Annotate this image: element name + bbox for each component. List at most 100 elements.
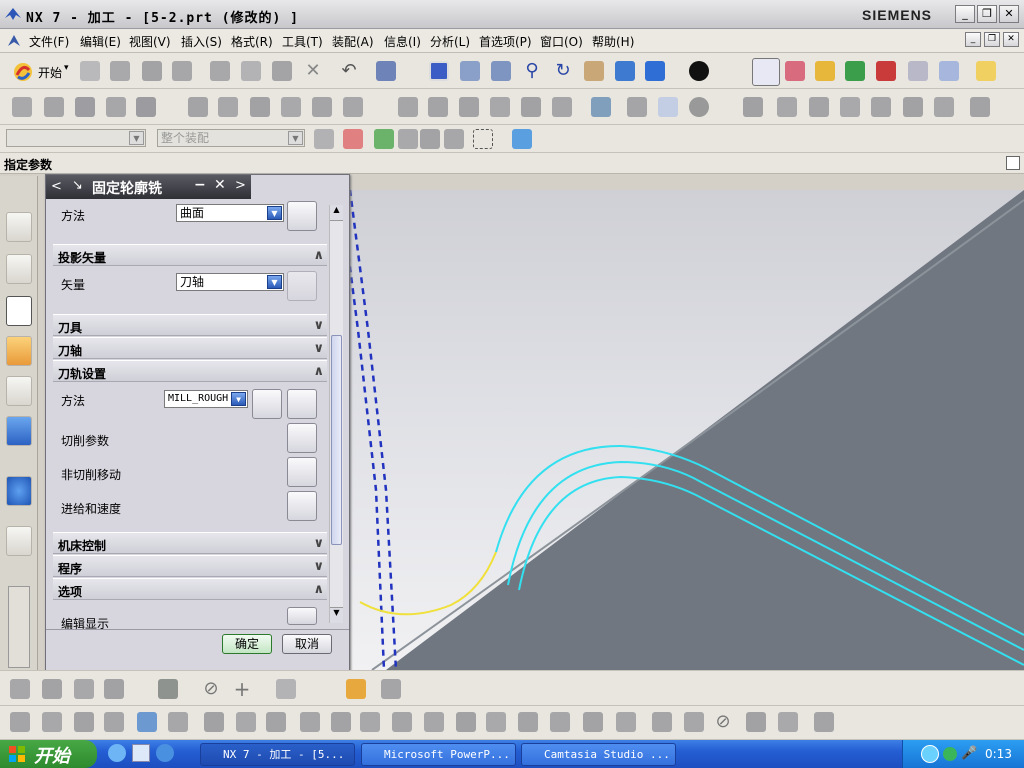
save-icon[interactable] <box>142 61 162 81</box>
csys-icon[interactable] <box>785 61 805 81</box>
machine-navigator-icon[interactable] <box>6 336 32 366</box>
menu-preferences[interactable]: 首选项(P) <box>479 33 532 50</box>
arc-icon[interactable] <box>276 679 296 699</box>
part-geometry-view[interactable] <box>276 190 1024 670</box>
fit-view-icon[interactable] <box>429 61 449 81</box>
shaded-view-icon[interactable] <box>645 61 665 81</box>
shell-icon[interactable] <box>158 679 178 699</box>
verify-path-icon[interactable] <box>876 61 896 81</box>
rename-icon[interactable] <box>343 97 363 117</box>
sphere-icon[interactable] <box>104 712 124 732</box>
pad-icon[interactable] <box>236 712 256 732</box>
cone-icon[interactable] <box>74 712 94 732</box>
assembly-scope-select[interactable]: 整个装配 ▼ <box>157 129 305 147</box>
create-operation-icon[interactable] <box>136 97 156 117</box>
resource-scroll-icon[interactable] <box>8 586 30 668</box>
minimize-button[interactable]: _ <box>955 5 975 23</box>
search-icon[interactable] <box>871 97 891 117</box>
start-icon[interactable] <box>12 61 34 83</box>
menu-view[interactable]: 视图(V) <box>129 33 171 50</box>
copy-operation-icon[interactable] <box>218 97 238 117</box>
menu-help[interactable]: 帮助(H) <box>592 33 634 50</box>
menu-analysis[interactable]: 分析(L) <box>430 33 470 50</box>
tool-header[interactable]: 刀具 ∨ <box>53 314 327 336</box>
program-header[interactable]: 程序 ∨ <box>53 555 327 577</box>
curve-rule-icon[interactable] <box>398 129 418 149</box>
media-quicklaunch-icon[interactable] <box>156 744 174 762</box>
feature-icon[interactable] <box>743 97 763 117</box>
history-icon[interactable] <box>6 416 32 446</box>
intersect-icon[interactable] <box>684 712 704 732</box>
status-icon[interactable] <box>689 97 709 117</box>
pan-icon[interactable] <box>584 61 604 81</box>
menu-info[interactable]: 信息(I) <box>384 33 421 50</box>
part-select-icon[interactable] <box>512 129 532 149</box>
menu-file[interactable]: 文件(F) <box>29 33 69 50</box>
pocket-icon[interactable] <box>204 712 224 732</box>
menu-insert[interactable]: 插入(S) <box>181 33 222 50</box>
task-camtasia[interactable]: Camtasia Studio ... <box>521 743 676 766</box>
rotate-icon[interactable]: ↻ <box>553 61 573 81</box>
object-icon[interactable] <box>398 97 418 117</box>
create-method-icon[interactable] <box>106 97 126 117</box>
group-icon[interactable] <box>552 97 572 117</box>
selection-mode-icon[interactable] <box>314 129 334 149</box>
type-filter-select[interactable]: ▼ <box>6 129 146 147</box>
start-dropdown-icon[interactable]: ▾ <box>64 63 69 73</box>
assembly-navigator-icon[interactable] <box>6 212 32 242</box>
box-icon[interactable] <box>970 97 990 117</box>
copy-icon[interactable] <box>241 61 261 81</box>
menu-tools[interactable]: 工具(T) <box>282 33 323 50</box>
part-navigator-icon[interactable] <box>6 254 32 284</box>
tool-path-icon[interactable] <box>490 97 510 117</box>
start-label[interactable]: 开始 <box>38 64 62 81</box>
app-menu-icon[interactable] <box>6 33 22 49</box>
new-method-icon[interactable] <box>252 389 282 419</box>
path-settings-header[interactable]: 刀轨设置 ∧ <box>53 360 327 382</box>
close-dialog-icon[interactable]: ✕ <box>214 177 226 193</box>
drive-method-select[interactable]: 曲面 ▼ <box>176 204 284 222</box>
graphics-window[interactable] <box>276 190 1024 670</box>
perspective-icon[interactable] <box>615 61 635 81</box>
rectangle-select-icon[interactable] <box>473 129 493 149</box>
projection-vector-header[interactable]: 投影矢量 ∧ <box>53 244 327 266</box>
extract-icon[interactable] <box>778 712 798 732</box>
replay-path-icon[interactable] <box>845 61 865 81</box>
task-nx[interactable]: NX 7 - 加工 - [5... <box>200 743 355 766</box>
menu-format[interactable]: 格式(R) <box>231 33 273 50</box>
info-icon[interactable] <box>6 476 32 506</box>
offset-icon[interactable] <box>456 712 476 732</box>
promote-icon[interactable] <box>814 712 834 732</box>
revolve-icon[interactable] <box>381 679 401 699</box>
ie-quicklaunch-icon[interactable] <box>108 744 126 762</box>
snap-point-icon[interactable] <box>343 129 363 149</box>
ok-button[interactable]: 确定 <box>222 634 272 654</box>
cut-icon[interactable] <box>210 61 230 81</box>
list-path-icon[interactable] <box>908 61 928 81</box>
zoom-icon[interactable]: ⚲ <box>522 61 542 81</box>
pattern-icon[interactable] <box>550 712 570 732</box>
hole-icon[interactable] <box>137 712 157 732</box>
start-button[interactable]: 开始 <box>0 740 97 768</box>
point-icon[interactable] <box>840 97 860 117</box>
task-powerpoint[interactable]: Microsoft PowerP... <box>361 743 516 766</box>
menu-window[interactable]: 窗口(O) <box>540 33 583 50</box>
layer-icon[interactable] <box>104 679 124 699</box>
delete-operation-icon[interactable] <box>312 97 332 117</box>
extrude-icon[interactable] <box>346 679 366 699</box>
paste-icon[interactable] <box>272 61 292 81</box>
create-tool-icon[interactable] <box>44 97 64 117</box>
cancel-button[interactable]: 取消 <box>282 634 332 654</box>
machine-tool-icon[interactable] <box>591 97 611 117</box>
patch-icon[interactable] <box>746 712 766 732</box>
generate-path-icon[interactable] <box>815 61 835 81</box>
web-browser-icon[interactable] <box>6 526 32 556</box>
open-file-icon[interactable] <box>110 61 130 81</box>
zoom-area-icon[interactable] <box>491 61 511 81</box>
selection-filter-icon[interactable] <box>376 61 396 81</box>
non-cut-moves-icon[interactable] <box>287 457 317 487</box>
wcs-icon[interactable] <box>752 58 780 86</box>
reuse-library-icon[interactable] <box>6 376 32 406</box>
undo-icon[interactable]: ↶ <box>339 61 359 81</box>
body-rule-icon[interactable] <box>444 129 464 149</box>
